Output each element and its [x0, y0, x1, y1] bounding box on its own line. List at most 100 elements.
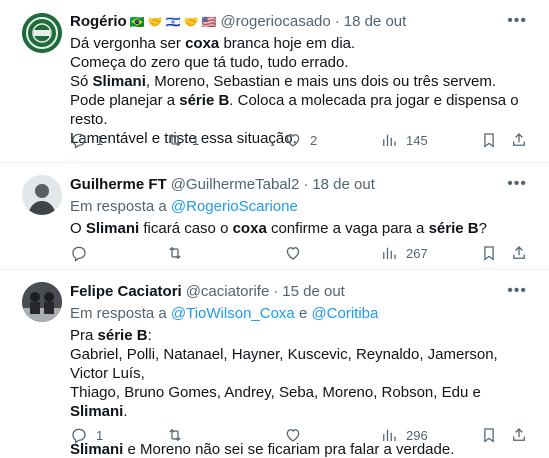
retweet-button[interactable]: 1 [166, 131, 199, 149]
tweet[interactable]: Guilherme FT @GuilhermeTabal2 · 18 de ou… [0, 163, 549, 270]
text-segment: Pra [70, 327, 98, 344]
emoji-handshake: 🤝 [147, 15, 163, 29]
tweet-header: Felipe Caciatori @caciatorife · 15 de ou… [70, 282, 533, 302]
bookmark-button[interactable] [480, 131, 498, 149]
like-button[interactable]: 2 [284, 131, 317, 149]
retweet-button[interactable] [166, 244, 192, 262]
reply-bubble-icon [72, 133, 86, 149]
avatar[interactable] [22, 13, 62, 53]
more-horizontal-icon[interactable]: ••• [507, 175, 527, 193]
heart-icon [286, 429, 300, 442]
bookmark-button[interactable] [480, 244, 498, 262]
views-count: 145 [406, 132, 428, 148]
like-button[interactable] [284, 426, 310, 444]
bold-text: coxa [185, 35, 220, 52]
views-count: 296 [406, 427, 428, 443]
text-segment: ficará caso o [139, 220, 233, 237]
tweet-text-line: O Slimani ficará caso o coxa confirme a … [70, 219, 533, 238]
display-name[interactable]: Guilherme FT [70, 175, 167, 195]
text-segment: , Moreno, Sebastian e mais uns dois ou t… [145, 73, 497, 90]
emoji-flag-us: 🇺🇸 [201, 15, 217, 29]
reply-mention-link[interactable]: @Coritiba [311, 305, 378, 322]
text-segment: Thiago, Bruno Gomes, Andrey, Seba, Moren… [70, 384, 481, 401]
share-icon [513, 246, 525, 259]
bold-text: série B [179, 92, 230, 109]
more-horizontal-icon[interactable]: ••• [507, 282, 527, 300]
share-button[interactable] [510, 426, 528, 444]
share-button[interactable] [510, 131, 528, 149]
bookmark-icon [484, 133, 494, 148]
views-chart-icon [383, 134, 396, 146]
reply-count: 1 [96, 132, 104, 148]
reply-bubble-icon [72, 246, 86, 262]
reply-button[interactable]: 1 [70, 131, 103, 149]
text-segment: Começa do zero que tá tudo, tudo errado. [70, 54, 349, 71]
bookmark-button[interactable] [480, 426, 498, 444]
views-button[interactable]: 296 [380, 426, 428, 444]
avatar[interactable] [22, 282, 62, 322]
reply-prefix: Em resposta a [70, 305, 167, 322]
retweet-button[interactable] [166, 426, 192, 444]
separator-dot: · [273, 283, 279, 300]
reply-conjunction: e [298, 305, 308, 322]
text-segment: Dá vergonha ser [70, 35, 186, 52]
text-segment: branca hoje em dia. [219, 35, 356, 52]
user-handle[interactable]: @caciatorife [186, 282, 270, 302]
tweet-text-line: Pra série B: [70, 326, 533, 345]
tweet[interactable]: Felipe Caciatori @caciatorife · 15 de ou… [0, 270, 549, 458]
share-button[interactable] [510, 244, 528, 262]
tweet-header: Rogério 🇧🇷 🤝 🇮🇱 🤝 🇺🇸 @rogeriocasado · 18… [70, 12, 533, 32]
retweet-icon [169, 428, 181, 442]
display-name[interactable]: Felipe Caciatori [70, 282, 182, 302]
tweet[interactable]: Rogério 🇧🇷 🤝 🇮🇱 🤝 🇺🇸 @rogeriocasado · 18… [0, 0, 549, 163]
tweet-date[interactable]: 15 de out [282, 282, 345, 302]
reply-button[interactable]: 1 [70, 426, 103, 444]
tweet-text: O Slimani ficará caso o coxa confirme a … [70, 219, 533, 238]
reply-mention-link[interactable]: @RogerioScarione [171, 198, 298, 215]
tweet-text-line: Thiago, Bruno Gomes, Andrey, Seba, Moren… [70, 383, 533, 421]
bold-text: série B [97, 327, 148, 344]
action-bar: 1 1 2 145 [70, 130, 533, 150]
reply-button[interactable] [70, 244, 96, 262]
views-button[interactable]: 145 [380, 131, 428, 149]
reply-context: Em resposta a @RogerioScarione [70, 197, 533, 217]
reply-context: Em resposta a @TioWilson_Coxa e @Coritib… [70, 304, 533, 324]
text-segment: O [70, 220, 86, 237]
reply-bubble-icon [72, 428, 86, 444]
like-count: 2 [310, 132, 318, 148]
views-count: 267 [406, 245, 428, 261]
more-horizontal-icon[interactable]: ••• [507, 12, 527, 30]
bold-text: Slimani [85, 220, 140, 237]
tweet-text-line: Pode planejar a série B. Coloca a moleca… [70, 91, 533, 129]
separator-dot: · [303, 176, 309, 193]
emoji-flag-br: 🇧🇷 [129, 15, 145, 29]
retweet-icon [169, 246, 181, 260]
text-segment: : [147, 327, 152, 344]
like-button[interactable] [284, 244, 310, 262]
share-icon [513, 133, 525, 146]
views-chart-icon [383, 429, 396, 441]
bookmark-icon [484, 246, 494, 261]
text-segment: Pode planejar a [70, 92, 180, 109]
emoji-flag-il: 🇮🇱 [165, 15, 181, 29]
retweet-count: 1 [192, 132, 200, 148]
views-button[interactable]: 267 [380, 244, 428, 262]
display-name[interactable]: Rogério [70, 12, 127, 32]
tweet-text-line: Gabriel, Polli, Natanael, Hayner, Kuscev… [70, 345, 533, 383]
tweet-text-line: Começa do zero que tá tudo, tudo errado. [70, 53, 533, 72]
user-handle[interactable]: @GuilhermeTabal2 [171, 175, 300, 195]
reply-count: 1 [96, 427, 104, 443]
user-handle[interactable]: @rogeriocasado [220, 12, 330, 32]
avatar[interactable] [22, 175, 62, 215]
bold-text: coxa [232, 220, 267, 237]
text-segment: Só [70, 73, 93, 90]
tweet-text-line: Dá vergonha ser coxa branca hoje em dia. [70, 34, 533, 53]
text-segment: . [123, 403, 128, 420]
retweet-icon [169, 133, 181, 147]
emoji-handshake: 🤝 [183, 15, 199, 29]
action-bar: 267 [70, 243, 533, 263]
reply-mention-link[interactable]: @TioWilson_Coxa [171, 305, 295, 322]
tweet-date[interactable]: 18 de out [312, 175, 375, 195]
tweet-date[interactable]: 18 de out [344, 12, 407, 32]
text-segment: confirme a vaga para a [266, 220, 429, 237]
